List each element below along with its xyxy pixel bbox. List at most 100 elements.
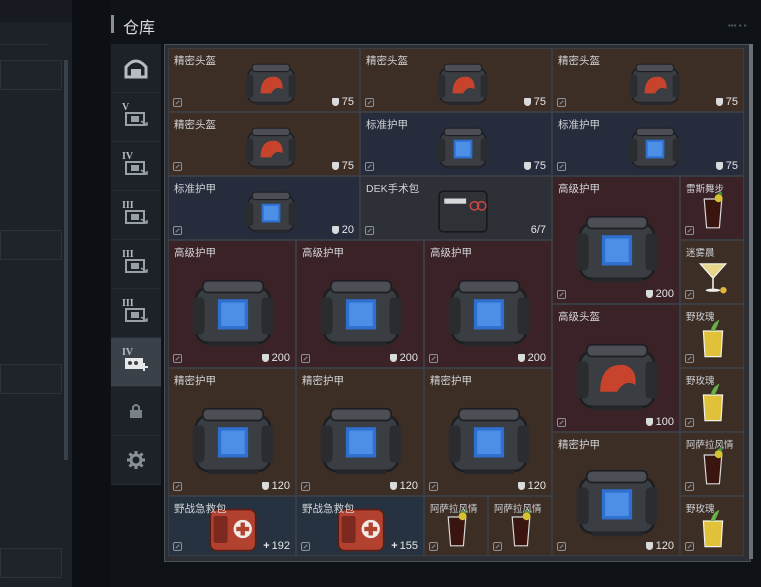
item-value: 200 [527,352,546,364]
inventory-item[interactable]: 高级护甲 200 [552,176,680,304]
inventory-item[interactable]: 高级头盔 100 [552,304,680,432]
inventory-item[interactable]: 精密头盔 75 [168,48,360,112]
item-value: 20 [341,224,354,236]
inventory-item[interactable]: 阿萨拉风情 [488,496,552,556]
item-name: 阿萨拉风情 [430,504,478,515]
item-inspect-icon [557,98,566,107]
item-value: 6/7 [530,224,546,236]
inventory-item[interactable]: 高级护甲 200 [168,240,296,368]
durability-shield-icon [517,354,525,362]
item-name: 高级护甲 [558,183,600,195]
sidebar-tab[interactable]: IV [111,338,161,387]
inventory-item[interactable]: 精密头盔 75 [552,48,744,112]
item-durability: 75 [523,96,546,108]
durability-shield-icon [261,354,269,362]
armor-icon [431,397,547,486]
item-value: 75 [725,160,738,172]
inventory-item[interactable]: DEK手术包 6/7 [360,176,552,240]
title-accent-bar [111,15,114,33]
left-panel-scrollbar[interactable] [64,60,68,460]
item-inspect-icon [173,162,182,171]
item-inspect-icon [173,542,182,551]
left-slot[interactable] [0,230,62,260]
inventory-item[interactable]: 雷斯舞步 [680,176,744,240]
item-name: 高级护甲 [430,247,472,259]
tab-tier-label: III [122,298,134,309]
item-value: 120 [527,480,546,492]
durability-shield-icon [331,226,339,234]
item-inspect-icon [301,542,310,551]
item-value: 120 [399,480,418,492]
sidebar-tab[interactable]: III [111,191,161,240]
armor-icon [303,269,419,358]
helmet-icon [232,121,310,175]
sidebar-tab[interactable] [111,436,161,485]
inventory-item[interactable]: 阿萨拉风情 [424,496,488,556]
durability-shield-icon [517,482,525,490]
inventory-item[interactable]: 野玫瑰 [680,304,744,368]
helmet-icon [616,57,694,111]
page-title: 仓库 [123,20,156,37]
inventory-item[interactable]: 野玫瑰 [680,496,744,556]
item-inspect-icon [685,542,694,551]
item-inspect-icon [493,542,502,551]
left-panel [0,0,72,587]
drink-yellow-icon [693,381,733,430]
inventory-item[interactable]: 高级护甲 200 [424,240,552,368]
armor-icon [559,459,675,548]
inventory-item[interactable]: 标准护甲 75 [552,112,744,176]
item-durability: 200 [517,352,546,364]
inventory-item[interactable]: 高级护甲 200 [296,240,424,368]
drink-yellow-icon [693,317,733,366]
inventory-item[interactable]: 标准护甲 20 [168,176,360,240]
item-inspect-icon [685,418,694,427]
inventory-item[interactable]: 野战急救包 +155 [296,496,424,556]
item-inspect-icon [685,354,694,363]
lock-icon [129,403,143,419]
surgery-icon [424,185,502,239]
sidebar-tab[interactable]: IV [111,142,161,191]
inventory-item[interactable]: 精密护甲 120 [296,368,424,496]
sidebar-tab[interactable]: III [111,240,161,289]
sidebar-tab[interactable]: III [111,289,161,338]
item-durability: 120 [261,480,290,492]
inventory-item[interactable]: 标准护甲 75 [360,112,552,176]
item-value: 155 [399,540,418,552]
sidebar-tab[interactable]: V [111,93,161,142]
item-durability: 6/7 [531,224,546,236]
item-name: 精密护甲 [430,375,472,387]
item-name: 精密头盔 [558,55,600,67]
sidebar-tab[interactable] [111,44,161,93]
inventory-item[interactable]: 精密护甲 120 [424,368,552,496]
item-name: 标准护甲 [174,183,216,195]
inventory-item[interactable]: 精密头盔 75 [360,48,552,112]
item-inspect-icon [173,354,182,363]
drink-cocktail-icon [693,253,733,302]
item-name: 阿萨拉风情 [494,504,542,515]
item-name: 精密护甲 [302,375,344,387]
gear-icon [127,451,145,469]
left-slot[interactable] [0,364,62,394]
left-slot[interactable] [0,60,62,90]
item-name: 精密头盔 [174,119,216,131]
inventory-item[interactable]: 阿萨拉风情 [680,432,744,496]
helmet-icon [424,57,502,111]
armor-icon [431,269,547,358]
item-value: 120 [271,480,290,492]
item-inspect-icon [173,98,182,107]
inventory-item[interactable]: 精密护甲 120 [168,368,296,496]
sidebar-tab[interactable] [111,387,161,436]
item-durability: 75 [715,96,738,108]
inventory-item[interactable]: 精密护甲 120 [552,432,680,556]
left-slot[interactable] [0,548,62,578]
inventory-item[interactable]: 迷雾晨 [680,240,744,304]
inventory-item[interactable]: 野战急救包 +192 [168,496,296,556]
stash-scrollbar[interactable] [749,44,753,559]
armor-icon [303,397,419,486]
inventory-item[interactable]: 野玫瑰 [680,368,744,432]
inventory-item[interactable]: 精密头盔 75 [168,112,360,176]
item-name: 高级头盔 [558,311,600,323]
item-name: 野战急救包 [174,503,227,515]
item-durability: 120 [389,480,418,492]
item-inspect-icon [685,482,694,491]
